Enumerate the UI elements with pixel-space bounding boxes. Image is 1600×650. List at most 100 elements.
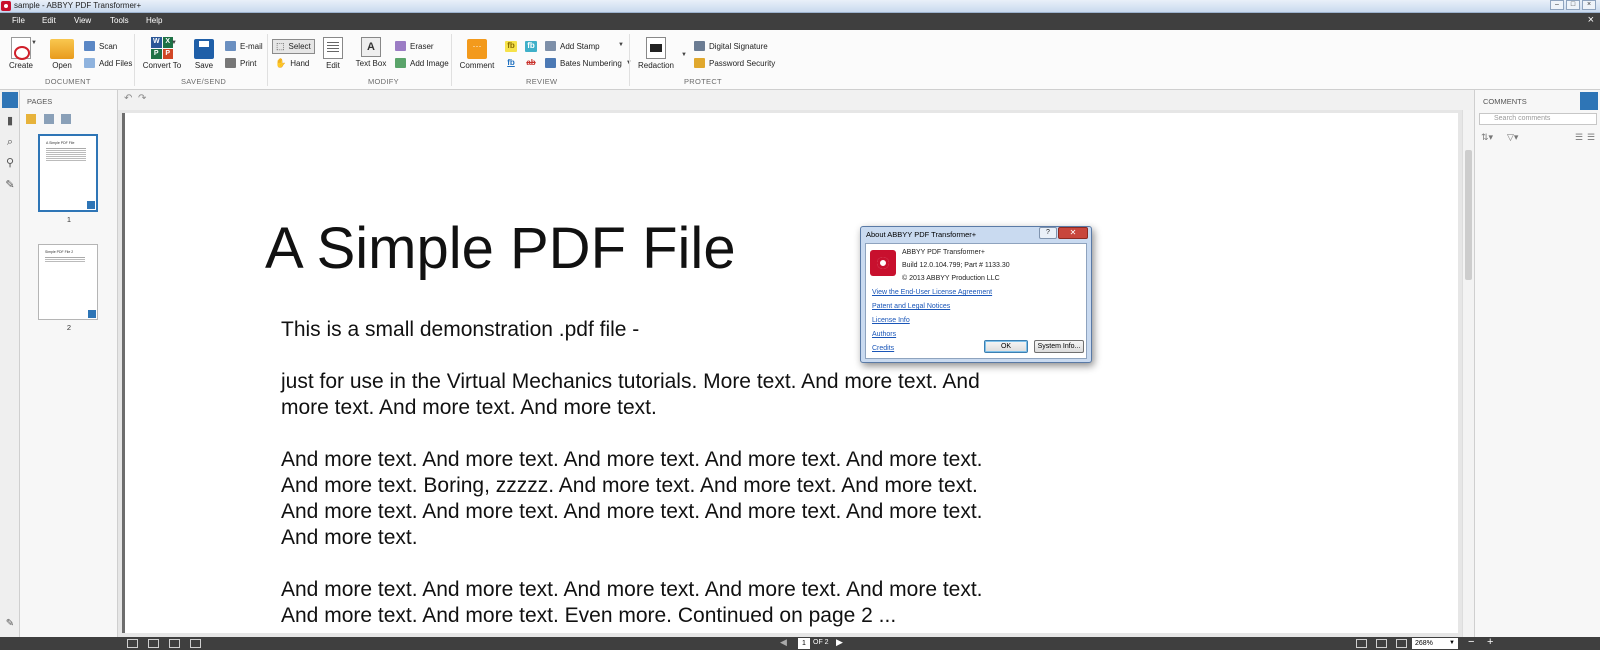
menu-edit[interactable]: Edit — [42, 16, 56, 25]
dialog-title: About ABBYY PDF Transformer+ — [866, 230, 977, 239]
window-title: sample - ABBYY PDF Transformer+ — [14, 1, 142, 10]
app-icon — [1, 1, 11, 11]
panel-settings-icon[interactable]: ✎ — [2, 618, 18, 634]
menu-help[interactable]: Help — [146, 16, 162, 25]
edit-page-icon — [323, 37, 343, 59]
authors-link[interactable]: Authors — [872, 331, 896, 338]
comments-toggle-icon[interactable] — [1580, 92, 1598, 110]
patent-notices-link[interactable]: Patent and Legal Notices — [872, 303, 950, 310]
redaction-dropdown-caret[interactable]: ▼ — [681, 52, 687, 58]
credits-link[interactable]: Credits — [872, 345, 894, 352]
bates-numbering-button[interactable]: Bates Numbering ▼ — [545, 58, 632, 68]
scan-button[interactable]: Scan — [84, 41, 117, 51]
page-thumbnail-label: 1 — [66, 215, 72, 224]
fit-page-icon[interactable] — [1376, 639, 1387, 648]
email-button[interactable]: E-mail — [225, 41, 263, 51]
scanner-icon — [84, 41, 95, 51]
scrollbar-thumb[interactable] — [1465, 150, 1472, 280]
open-button[interactable]: Open — [46, 39, 78, 70]
select-tool-button[interactable]: ⬚ Select — [272, 39, 315, 54]
cursor-arrow-icon: ⬚ — [276, 41, 285, 51]
page-thumbnail-2[interactable]: Simple PDF File 2 — [38, 244, 98, 320]
close-window-button[interactable]: × — [1582, 0, 1596, 10]
menu-bar: File Edit View Tools Help × — [0, 13, 1600, 30]
document-title: A Simple PDF File — [265, 216, 736, 281]
filter-icon[interactable]: ▽▾ — [1507, 132, 1518, 143]
menu-view[interactable]: View — [74, 16, 91, 25]
maximize-button[interactable]: □ — [1566, 0, 1580, 10]
ok-button[interactable]: OK — [984, 340, 1028, 353]
dialog-close-button[interactable]: ✕ — [1058, 227, 1088, 239]
save-disk-icon — [194, 39, 214, 59]
delete-page-icon[interactable] — [61, 114, 71, 124]
menu-file[interactable]: File — [12, 16, 25, 25]
pages-panel-icon[interactable] — [2, 92, 18, 108]
search-comments-input[interactable]: Search comments — [1479, 113, 1597, 125]
group-label-protect: PROTECT — [684, 77, 722, 86]
page-thumbnail-1[interactable]: A Simple PDF File — [38, 134, 98, 212]
zoom-level-select[interactable]: 268% ▼ — [1412, 638, 1458, 649]
copyright-text: © 2013 ABBYY Production LLC — [902, 275, 1000, 282]
text-color-icon[interactable]: fb — [525, 41, 537, 52]
digital-signature-button[interactable]: Digital Signature — [694, 41, 768, 51]
comment-button[interactable]: ··· Comment — [458, 39, 496, 70]
sort-icon[interactable]: ⇅▾ — [1481, 132, 1493, 143]
add-files-button[interactable]: Add Files — [84, 58, 132, 68]
add-image-button[interactable]: Add Image — [395, 58, 449, 68]
thumbnail-corner-icon — [88, 310, 96, 318]
password-security-button[interactable]: Password Security — [694, 58, 775, 68]
document-paragraph: And more text. And more text. And more t… — [281, 578, 983, 627]
lock-icon — [694, 58, 705, 68]
eula-link[interactable]: View the End-User License Agreement — [872, 289, 992, 296]
single-page-view-icon[interactable] — [127, 639, 138, 648]
page-number-input[interactable]: 1 — [798, 638, 810, 649]
strikethrough-icon[interactable]: ab — [525, 58, 537, 69]
hand-tool-button[interactable]: ✋ Hand — [275, 58, 309, 69]
actual-size-icon[interactable] — [1396, 639, 1407, 648]
search-icon[interactable]: ⌕ — [2, 136, 18, 152]
convert-dropdown-caret[interactable]: ▼ — [171, 40, 177, 46]
stamp-dropdown-caret[interactable]: ▼ — [618, 42, 624, 48]
close-document-icon[interactable]: × — [1588, 14, 1594, 26]
fit-width-icon[interactable] — [1356, 639, 1367, 648]
signature-icon[interactable]: ✎ — [2, 178, 18, 194]
save-button[interactable]: Save — [192, 39, 216, 70]
highlight-icon[interactable]: fb — [505, 41, 517, 52]
next-page-icon[interactable]: ▶ — [836, 637, 843, 648]
edit-button[interactable]: Edit — [320, 37, 346, 70]
add-stamp-button[interactable]: Add Stamp — [545, 41, 600, 51]
thumbnail-corner-icon — [87, 201, 95, 209]
minimize-button[interactable]: – — [1550, 0, 1564, 10]
rotate-page-icon[interactable] — [44, 114, 54, 124]
attachment-icon[interactable]: ⚲ — [2, 156, 18, 172]
text-box-button[interactable]: A Text Box — [354, 37, 388, 68]
system-info-button[interactable]: System Info... — [1034, 340, 1084, 353]
pdf-page[interactable]: A Simple PDF File This is a small demons… — [122, 113, 1458, 633]
expand-all-icon[interactable]: ☰ — [1575, 132, 1583, 143]
zoom-out-icon[interactable]: − — [1468, 636, 1474, 648]
two-page-view-icon[interactable] — [169, 639, 180, 648]
bookmark-icon[interactable]: ▮ — [2, 114, 18, 130]
underline-icon[interactable]: fb — [505, 58, 517, 69]
create-dropdown-caret[interactable]: ▼ — [31, 40, 37, 46]
menu-tools[interactable]: Tools — [110, 16, 129, 25]
continuous-view-icon[interactable] — [148, 639, 159, 648]
dialog-help-button[interactable]: ? — [1039, 227, 1057, 239]
collapse-all-icon[interactable]: ☰ — [1587, 132, 1595, 143]
redo-icon[interactable]: ↷ — [138, 93, 146, 104]
print-button[interactable]: Print — [225, 58, 256, 68]
document-paragraph: And more text. And more text. And more t… — [281, 448, 983, 549]
undo-icon[interactable]: ↶ — [124, 93, 132, 104]
ribbon-separator — [629, 34, 630, 86]
eraser-button[interactable]: Eraser — [395, 41, 434, 51]
vertical-scrollbar[interactable] — [1462, 110, 1474, 637]
page-options-icon[interactable] — [26, 114, 36, 124]
two-page-continuous-view-icon[interactable] — [190, 639, 201, 648]
license-info-link[interactable]: License Info — [872, 317, 910, 324]
bates-numbering-icon — [545, 58, 556, 68]
about-dialog: About ABBYY PDF Transformer+ ? ✕ ABBYY P… — [860, 226, 1092, 363]
page-thumbnail-label: 2 — [66, 323, 72, 332]
previous-page-icon[interactable]: ◀ — [780, 637, 787, 648]
redaction-button[interactable]: Redaction — [636, 37, 676, 70]
zoom-in-icon[interactable]: + — [1487, 636, 1493, 648]
